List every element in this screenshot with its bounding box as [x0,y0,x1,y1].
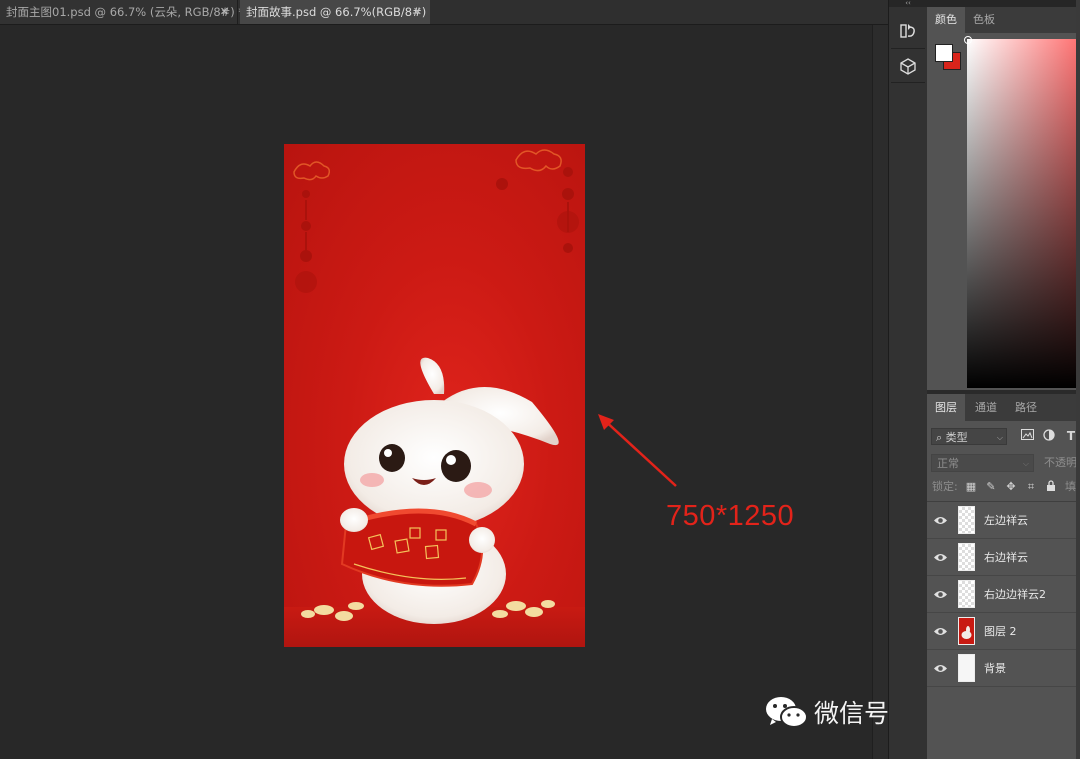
tab-paths[interactable]: 路径 [1007,394,1045,421]
search-icon: ⌕ [936,431,943,444]
fill-label: 填 [1065,480,1076,493]
panel-scrollbar[interactable] [1076,0,1080,759]
layer-name[interactable]: 右边边祥云2 [984,576,1046,613]
right-panels: 颜色 色板 图层 通道 路径 ⌕ 类型 ⌵ T 正常 ⌵ 不透明 锁定: ▦ ✎… [927,0,1080,759]
document-canvas[interactable] [284,144,585,647]
layer-row[interactable]: 左边祥云 [927,502,1080,539]
layer-thumbnail [958,543,975,571]
collapse-arrows-icon[interactable]: ‹‹ [889,0,927,7]
layer-filter-select[interactable]: ⌕ 类型 ⌵ [931,428,1007,445]
tab-color[interactable]: 颜色 [927,7,965,33]
layer-row[interactable]: 右边祥云 [927,539,1080,576]
color-picker-field[interactable] [967,39,1080,388]
visibility-eye-icon[interactable] [933,513,948,528]
layer-name[interactable]: 右边祥云 [984,539,1028,576]
tab-label: 封面主图01.psd @ 66.7% (云朵, RGB/8#) * [6,5,245,19]
layer-thumbnail [958,580,975,608]
panel-icon-strip: ‹‹ [888,0,928,759]
lock-label: 锁定: [932,480,958,493]
close-icon[interactable]: ✕ [413,0,422,24]
foreground-color-swatch[interactable] [935,44,953,62]
blend-mode-row: 正常 ⌵ 不透明 [927,451,1080,475]
tab-channels[interactable]: 通道 [967,394,1005,421]
lock-transparency-icon[interactable]: ▦ [964,480,978,494]
arrow-annotation [598,414,677,487]
visibility-eye-icon[interactable] [933,661,948,676]
tool-separator [891,82,925,83]
lock-move-icon[interactable]: ✥ [1004,480,1018,494]
layer-thumbnail [958,506,975,534]
lock-all-icon[interactable] [1044,480,1058,494]
layer-list: 左边祥云 右边祥云 右边边祥云2 图层 2 背景 [927,502,1080,687]
adjustment-filter-icon[interactable] [1042,429,1056,443]
layer-thumbnail [958,654,975,682]
tool-separator [891,48,925,49]
chevron-down-icon: ⌵ [996,433,1003,442]
visibility-eye-icon[interactable] [933,587,948,602]
layers-panel-tabs: 图层 通道 路径 [927,394,1080,421]
blend-mode-value: 正常 [937,457,959,470]
layer-row[interactable]: 图层 2 [927,613,1080,650]
wechat-icon [766,697,808,728]
bunny-illustration [301,357,559,624]
lock-brush-icon[interactable]: ✎ [984,480,998,494]
document-tab-bar: 封面主图01.psd @ 66.7% (云朵, RGB/8#) * ✕ 封面故事… [0,0,888,25]
opacity-label: 不透明 [1044,456,1077,469]
blend-mode-select[interactable]: 正常 ⌵ [931,454,1034,472]
lock-artboard-icon[interactable]: ⌗ [1024,480,1038,494]
close-icon[interactable]: ✕ [220,0,229,24]
visibility-eye-icon[interactable] [933,624,948,639]
layer-name[interactable]: 背景 [984,650,1006,687]
dimension-annotation: 750*1250 [666,500,795,532]
visibility-eye-icon[interactable] [933,550,948,565]
chevron-down-icon: ⌵ [1022,459,1029,468]
color-picker-handle[interactable] [964,36,972,44]
layer-name[interactable]: 图层 2 [984,613,1017,650]
image-filter-icon[interactable] [1020,429,1034,443]
history-icon[interactable] [895,18,921,44]
layer-row[interactable]: 右边边祥云2 [927,576,1080,613]
vertical-scrollbar[interactable] [872,25,889,759]
tab-swatches[interactable]: 色板 [965,7,1003,33]
color-panel [927,33,1080,390]
tab-label: 封面故事.psd @ 66.7%(RGB/8#) [246,5,427,19]
layer-thumbnail [958,617,975,645]
tab-cover-story[interactable]: 封面故事.psd @ 66.7%(RGB/8#) ✕ [240,0,430,24]
layer-name[interactable]: 左边祥云 [984,502,1028,539]
layer-row[interactable]: 背景 [927,650,1080,687]
tab-cover-main[interactable]: 封面主图01.psd @ 66.7% (云朵, RGB/8#) * ✕ [0,0,244,24]
panel-header-strip [927,0,1080,7]
tab-layers[interactable]: 图层 [927,394,965,421]
layer-filter-row: ⌕ 类型 ⌵ T [927,421,1080,451]
lock-row: 锁定: ▦ ✎ ✥ ⌗ 填 [927,475,1080,502]
3d-cube-icon[interactable] [895,53,921,79]
filter-label: 类型 [945,431,968,444]
color-panel-tabs: 颜色 色板 [927,7,1080,33]
